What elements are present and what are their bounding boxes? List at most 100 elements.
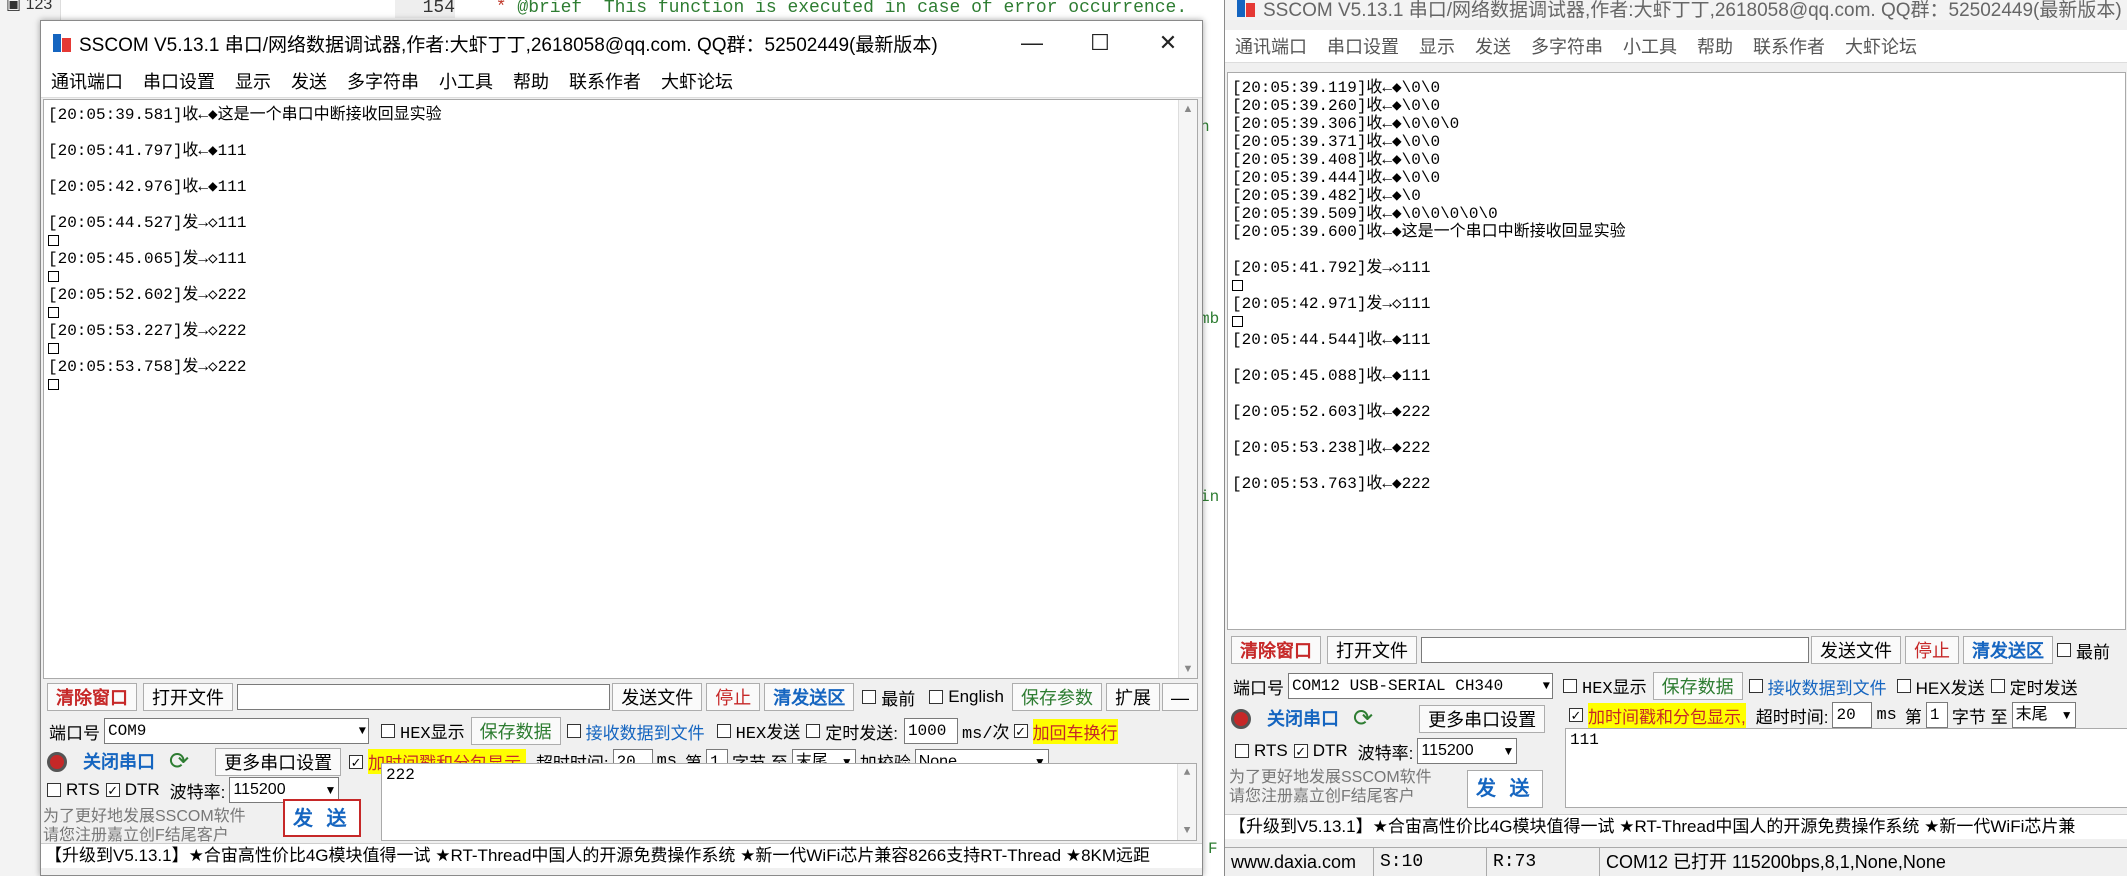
title-bar[interactable]: SSCOM V5.13.1 串口/网络数据调试器,作者:大虾丁丁,2618058…	[1225, 0, 2127, 21]
maximize-button[interactable]: ☐	[1066, 21, 1134, 65]
more-port-settings-button[interactable]: 更多串口设置	[1419, 704, 1546, 733]
clear-send-area-button[interactable]: 清发送区	[764, 683, 855, 711]
log-line: [20:05:53.763]收←◆222	[1232, 475, 1431, 493]
expand-button[interactable]: 扩展	[1106, 683, 1160, 711]
menu-item-4[interactable]: 发送	[1465, 33, 1521, 59]
save-data-button[interactable]: 保存数据	[1652, 672, 1743, 700]
timed-interval-input[interactable]: 1000	[903, 718, 958, 744]
log-line: [20:05:42.976]收←◆111	[48, 178, 247, 196]
receive-area[interactable]: [20:05:39.581]收←◆这是一个串口中断接收回显实验 [20:05:41…	[43, 99, 1198, 679]
close-port-button[interactable]: 关闭串口	[75, 748, 163, 776]
send-scrollbar[interactable]: ▲ ▼	[1177, 764, 1196, 840]
dtr-checkbox[interactable]: ✓ DTR	[105, 780, 160, 800]
send-button[interactable]: 发 送	[1467, 770, 1543, 808]
byte-to-label: 字节 至	[1951, 707, 2008, 727]
menu-item-1[interactable]: 通讯端口	[41, 68, 133, 94]
open-file-button[interactable]: 打开文件	[143, 683, 233, 711]
dtr-checkbox[interactable]: ✓ DTR	[1293, 741, 1348, 761]
byte-to-select[interactable]: 末尾 ▼	[2011, 702, 2076, 728]
send-input-area[interactable]: 111	[1565, 728, 2127, 808]
close-button[interactable]: ✕	[1134, 21, 1202, 65]
hex-display-checkbox[interactable]: HEX显示	[1563, 673, 1647, 699]
receive-scrollbar[interactable]: ▲ ▼	[1178, 100, 1197, 678]
save-params-button[interactable]: 保存参数	[1012, 683, 1102, 711]
scroll-up-icon[interactable]: ▲	[1179, 100, 1197, 118]
menu-item-3[interactable]: 显示	[1409, 33, 1465, 59]
save-data-button[interactable]: 保存数据	[470, 717, 561, 745]
stop-button[interactable]: 停止	[706, 683, 761, 711]
code-fragment: F	[1208, 840, 1218, 858]
refresh-icon[interactable]: ⟳	[1353, 704, 1373, 733]
topmost-checkbox[interactable]: 最前	[2057, 638, 2110, 663]
menu-item-5[interactable]: 多字符串	[1521, 33, 1613, 59]
rts-checkbox[interactable]: RTS	[1235, 741, 1288, 761]
receive-area[interactable]: [20:05:39.119]收←◆\0\0 [20:05:39.260]收←◆\0…	[1227, 72, 2126, 630]
menu-item-3[interactable]: 显示	[225, 68, 281, 94]
recv-to-file-checkbox[interactable]: 接收数据到文件	[566, 719, 705, 744]
file-path-input[interactable]	[1421, 637, 1809, 663]
clear-send-area-button[interactable]: 清发送区	[1963, 636, 2053, 664]
menu-item-9[interactable]: 大虾论坛	[1835, 33, 1927, 59]
scroll-up-icon[interactable]: ▲	[1178, 764, 1196, 782]
menu-item-5[interactable]: 多字符串	[337, 68, 429, 94]
menu-item-8[interactable]: 联系作者	[1743, 33, 1835, 59]
port-select[interactable]: COM12 USB-SERIAL CH340 ▼	[1288, 673, 1553, 699]
status-port-state: COM12 已打开 115200bps,8,1,None,None	[1606, 852, 1946, 872]
clear-window-button[interactable]: 清除窗口	[1231, 636, 1321, 664]
timeout-input[interactable]: 20	[1832, 702, 1873, 728]
timed-send-checkbox[interactable]: 定时发送	[1990, 674, 2078, 699]
status-bar: www.daxia.com S:10 R:73 COM12 已打开 115200…	[1225, 847, 2127, 876]
scroll-down-icon[interactable]: ▼	[1179, 660, 1197, 678]
menu-item-7[interactable]: 帮助	[1687, 33, 1743, 59]
menu-item-6[interactable]: 小工具	[1613, 33, 1687, 59]
scroll-down-icon[interactable]: ▼	[1178, 822, 1196, 840]
hex-send-checkbox[interactable]: HEX发送	[716, 718, 800, 744]
timed-send-checkbox[interactable]: 定时发送:	[806, 719, 898, 744]
send-file-button[interactable]: 发送文件	[1811, 636, 1901, 664]
port-label: 端口号	[49, 723, 100, 743]
menu-item-9[interactable]: 大虾论坛	[651, 68, 743, 94]
title-bar[interactable]: SSCOM V5.13.1 串口/网络数据调试器,作者:大虾丁丁,2618058…	[41, 21, 1202, 65]
port-control-row: 关闭串口 ⟳ 更多串口设置	[1231, 704, 1546, 733]
chevron-down-icon: ▼	[1542, 679, 1550, 693]
hex-display-checkbox[interactable]: HEX显示	[381, 718, 465, 744]
sscom-app-icon	[1235, 0, 1257, 19]
timestamp-checkbox[interactable]: ✓加时间戳和分包显示,	[1569, 702, 1746, 728]
send-file-button[interactable]: 发送文件	[612, 683, 703, 711]
send-button[interactable]: 发 送	[283, 799, 361, 837]
menu-bar: 通讯端口 串口设置 显示 发送 多字符串 小工具 帮助 联系作者 大虾论坛	[41, 65, 1202, 98]
byte-from-input[interactable]: 1	[1925, 702, 1948, 728]
refresh-icon[interactable]: ⟳	[169, 747, 189, 776]
english-checkbox[interactable]: English	[929, 687, 1004, 707]
close-port-button[interactable]: 关闭串口	[1259, 705, 1347, 733]
recv-to-file-checkbox[interactable]: 接收数据到文件	[1748, 674, 1887, 699]
menu-item-7[interactable]: 帮助	[503, 68, 559, 94]
open-file-button[interactable]: 打开文件	[1327, 636, 1417, 664]
menu-item-8[interactable]: 联系作者	[559, 68, 651, 94]
file-path-input[interactable]	[237, 684, 611, 710]
menu-item-2[interactable]: 串口设置	[133, 68, 225, 94]
status-website[interactable]: www.daxia.com	[1225, 848, 1374, 876]
add-crlf-checkbox[interactable]: ✓ 加回车换行	[1013, 718, 1118, 744]
project-tree-item[interactable]: ▣ 123	[6, 0, 52, 14]
rts-checkbox[interactable]: RTS	[47, 780, 100, 800]
stop-button[interactable]: 停止	[1905, 636, 1959, 664]
baud-rate-select[interactable]: 115200 ▼	[1417, 738, 1518, 764]
more-port-settings-button[interactable]: 更多串口设置	[215, 747, 342, 776]
menu-item-6[interactable]: 小工具	[429, 68, 503, 94]
line-number: 154	[395, 0, 455, 18]
menu-item-1[interactable]: 通讯端口	[1225, 33, 1317, 59]
port-select[interactable]: COM9 ▼	[104, 718, 369, 744]
menu-item-2[interactable]: 串口设置	[1317, 33, 1409, 59]
collapse-button[interactable]: —	[1162, 683, 1198, 711]
log-line: [20:05:39.600]收←◆这是一个串口中断接收回显实验	[1232, 223, 1626, 241]
log-line: [20:05:39.482]收←◆\0	[1232, 187, 1421, 205]
news-ticker[interactable]: 【升级到V5.13.1】★合宙高性价比4G模块值得一试 ★RT-Thread中国…	[41, 843, 1202, 868]
minimize-button[interactable]: —	[998, 21, 1066, 65]
news-ticker[interactable]: 【升级到V5.13.1】★合宙高性价比4G模块值得一试 ★RT-Thread中国…	[1225, 814, 2127, 839]
clear-window-button[interactable]: 清除窗口	[47, 683, 137, 711]
send-input-area[interactable]: 222 ▲ ▼	[381, 763, 1197, 841]
hex-send-checkbox[interactable]: HEX发送	[1896, 674, 1985, 699]
topmost-checkbox[interactable]: 最前	[862, 685, 915, 710]
menu-item-4[interactable]: 发送	[281, 68, 337, 94]
